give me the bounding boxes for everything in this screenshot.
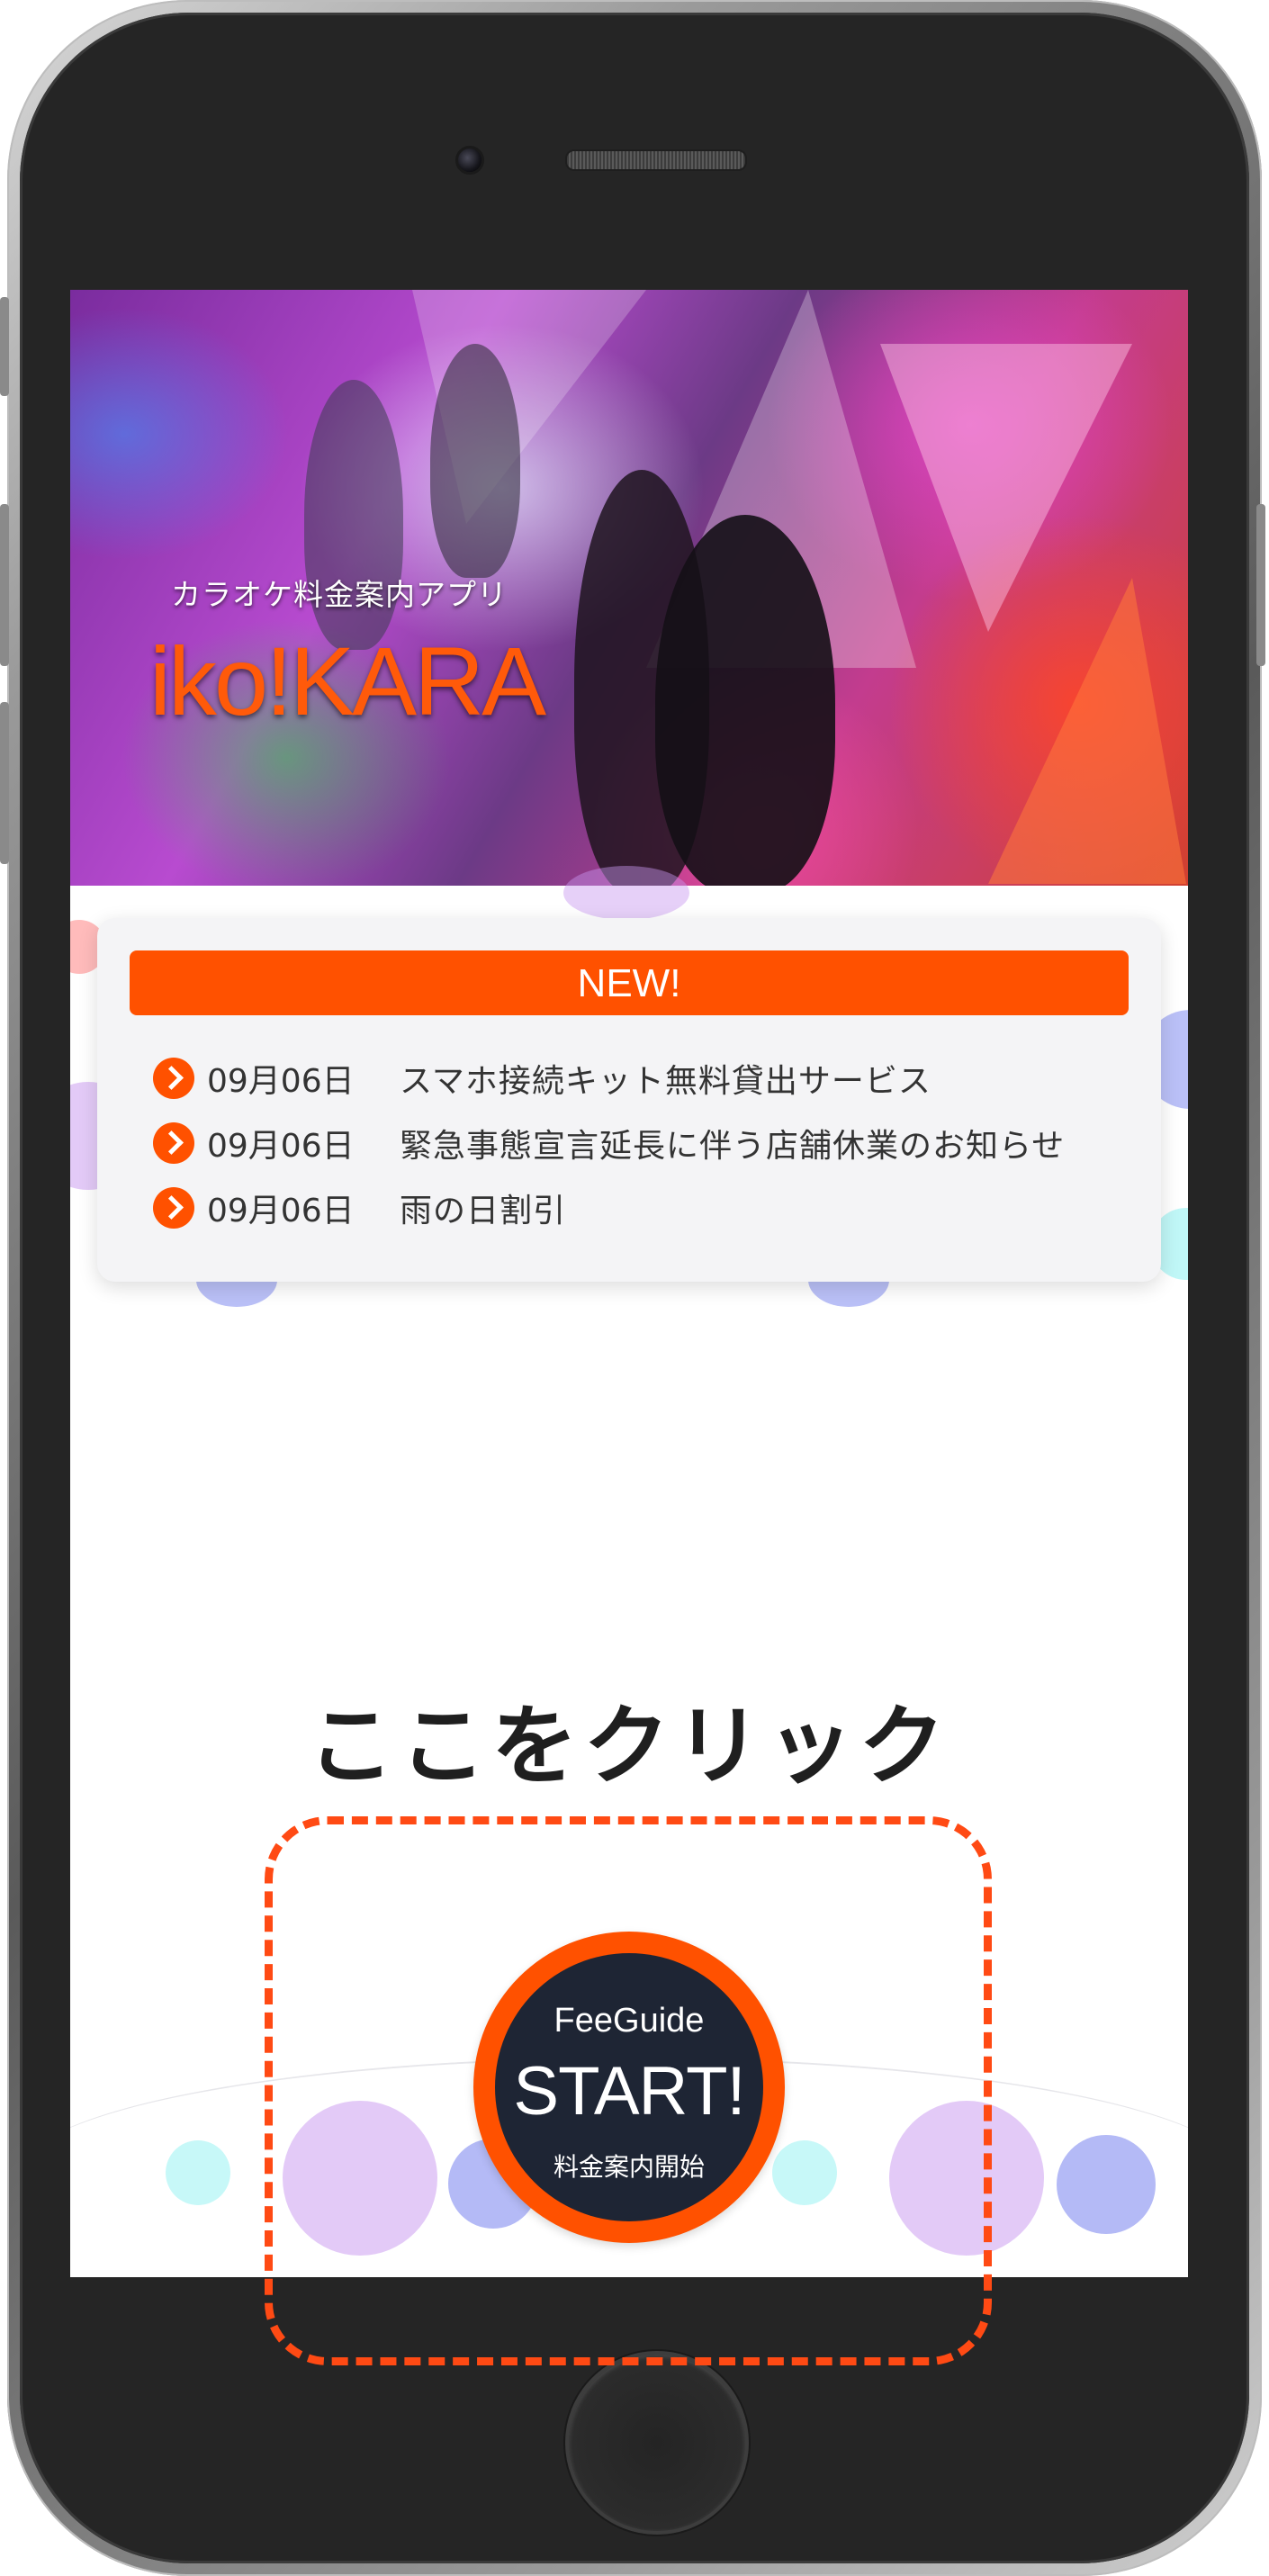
volume-down-button <box>0 702 9 864</box>
decor-bubble <box>563 866 689 920</box>
news-title: スマホ接続キット無料貸出サービス <box>400 1063 932 1100</box>
volume-up-button <box>0 504 9 666</box>
click-here-label: ここをクリック <box>308 1696 950 1797</box>
earpiece-speaker <box>565 149 747 171</box>
news-item[interactable]: 09月06日 緊急事態宣言延長に伴う店舗休業のお知らせ <box>153 1116 1065 1170</box>
news-title: 緊急事態宣言延長に伴う店舗休業のお知らせ <box>400 1128 1066 1165</box>
news-item[interactable]: 09月06日 雨の日割引 <box>153 1181 566 1235</box>
power-button <box>1256 504 1265 666</box>
highlight-outline <box>265 1816 992 2365</box>
app-subtitle: カラオケ料金案内アプリ <box>171 577 508 612</box>
home-button[interactable] <box>565 2351 749 2535</box>
hero-banner: カラオケ料金案内アプリ iko!KARA <box>70 290 1188 886</box>
news-item[interactable]: 09月06日 スマホ接続キット無料貸出サービス <box>153 1051 932 1105</box>
news-panel: NEW! 09月06日 スマホ接続キット無料貸出サービス 09月06日 緊急事態… <box>97 918 1161 1282</box>
news-header: NEW! <box>130 950 1129 1015</box>
decor-bubble <box>1057 2135 1156 2234</box>
dancer-silhouette <box>430 344 520 578</box>
chevron-right-circle-icon <box>153 1058 194 1099</box>
news-date: 09月06日 <box>207 1063 355 1100</box>
mute-switch <box>0 297 9 396</box>
decor-bubble <box>166 2140 230 2205</box>
chevron-right-circle-icon <box>153 1122 194 1164</box>
app-title: iko!KARA <box>149 626 546 735</box>
chevron-right-circle-icon <box>153 1187 194 1229</box>
news-title: 雨の日割引 <box>400 1193 567 1229</box>
singer-silhouette <box>655 515 835 886</box>
news-date: 09月06日 <box>207 1193 355 1229</box>
news-date: 09月06日 <box>207 1128 355 1165</box>
front-camera <box>455 146 484 175</box>
light-shard <box>988 578 1186 884</box>
